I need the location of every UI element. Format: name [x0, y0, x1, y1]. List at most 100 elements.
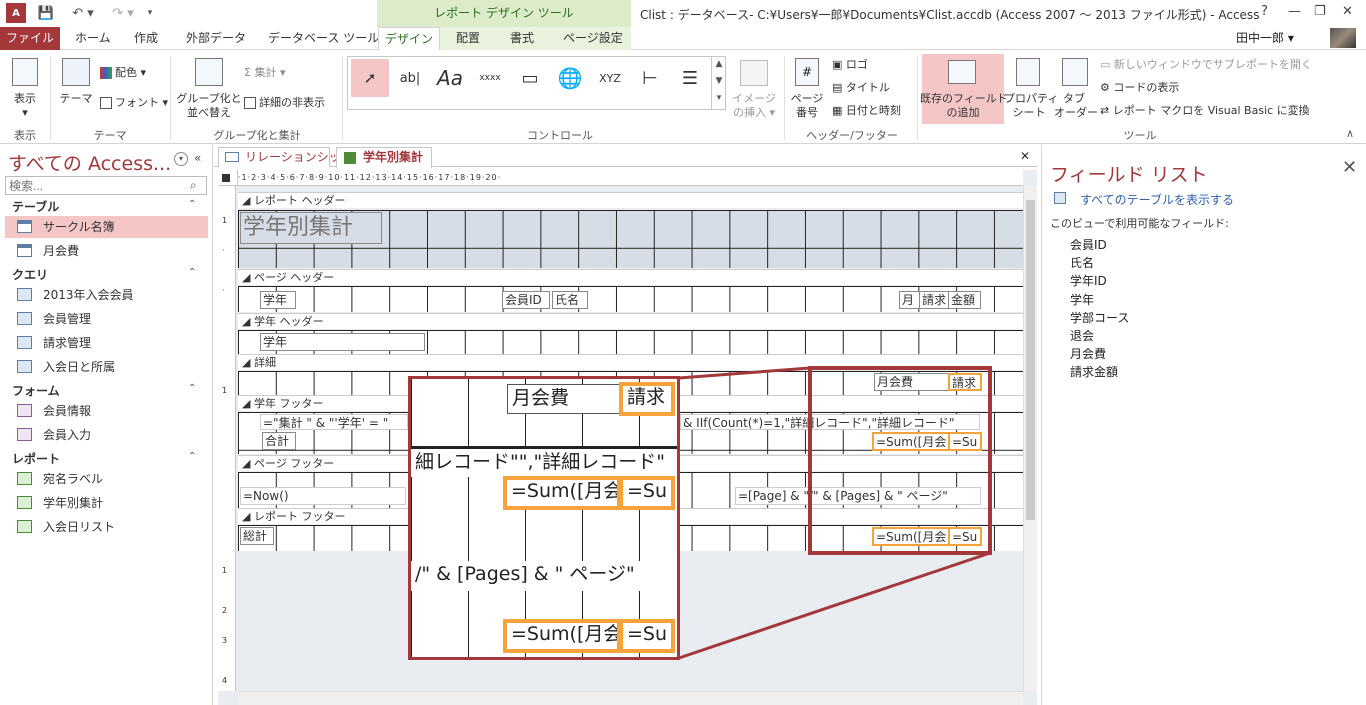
colors-button[interactable]: 配色 ▾	[100, 66, 156, 80]
subreport-button[interactable]: ▭ 新しいウィンドウでサブレポートを開く	[1100, 58, 1360, 72]
view-dropdown-icon[interactable]: ▾	[18, 106, 32, 120]
tab-home[interactable]: ホーム	[65, 27, 121, 50]
field-list-item[interactable]: 請求金額	[1070, 363, 1118, 380]
page-number-button[interactable]: ページ 番号	[787, 92, 827, 120]
field-list-item[interactable]: 学年ID	[1070, 272, 1107, 289]
view-icon[interactable]	[12, 58, 38, 86]
nav-item[interactable]: サークル名簿	[5, 216, 208, 238]
nav-item[interactable]: 2013年入会会員	[5, 284, 208, 306]
image-insert-icon[interactable]	[740, 60, 768, 86]
totals-button[interactable]: Σ 集計 ▾	[244, 66, 314, 80]
nav-item[interactable]: 請求管理	[5, 332, 208, 354]
button-control-icon[interactable]: xxxx	[471, 59, 509, 97]
ph-name-label[interactable]: 氏名	[552, 291, 588, 309]
help-icon[interactable]: ?	[1261, 4, 1268, 19]
datetime-button[interactable]: ▦ 日付と時刻	[832, 104, 916, 118]
tab-control-icon[interactable]: ▭	[511, 59, 549, 97]
tab-format[interactable]: 書式	[500, 27, 544, 50]
restore-icon[interactable]: ❐	[1314, 4, 1326, 19]
nav-item[interactable]: 会員入力	[5, 424, 208, 446]
page-number-icon[interactable]: #	[795, 58, 819, 86]
collapse-chevron-icon[interactable]: ⌃	[188, 267, 196, 278]
tab-page-setup[interactable]: ページ設定	[553, 27, 633, 50]
title-button[interactable]: ▤ タイトル	[832, 81, 902, 95]
collapse-ribbon-icon[interactable]: ∧	[1346, 127, 1354, 140]
report-selector[interactable]	[218, 170, 238, 186]
group-sort-icon[interactable]	[195, 58, 223, 86]
tab-create[interactable]: 作成	[124, 27, 168, 50]
nav-menu-icon[interactable]: ▾	[174, 152, 188, 166]
field-list-item[interactable]: 学年	[1070, 291, 1094, 308]
vertical-scrollbar[interactable]	[1023, 186, 1037, 691]
show-all-tables-link[interactable]: すべてのテーブルを表示する	[1080, 191, 1234, 208]
close-field-list-icon[interactable]: ✕	[1342, 157, 1357, 178]
scroll-thumb[interactable]	[1026, 200, 1035, 520]
ph-fee-label[interactable]: 月	[899, 291, 921, 309]
ph-grade-label[interactable]: 学年	[260, 291, 296, 309]
collapse-chevron-icon[interactable]: ⌃	[188, 199, 196, 210]
view-code-button[interactable]: ⚙ コードの表示	[1100, 81, 1260, 95]
property-sheet-button[interactable]: プロパティ シート	[1004, 92, 1058, 120]
shutter-bar-icon[interactable]: «	[194, 151, 201, 165]
tab-order-icon[interactable]	[1062, 58, 1088, 86]
logo-button[interactable]: ▣ ロゴ	[832, 58, 902, 72]
nav-category-3[interactable]: レポート	[12, 450, 60, 467]
ph-amount-label[interactable]: 金額	[948, 291, 981, 309]
nav-category-1[interactable]: クエリ	[12, 266, 48, 283]
page-break-control-icon[interactable]: ⊢	[631, 59, 669, 97]
field-list-item[interactable]: 月会費	[1070, 345, 1106, 362]
select-pointer-icon[interactable]: ➚	[351, 59, 389, 97]
gh-grade-textbox[interactable]: 学年	[260, 333, 425, 351]
nav-item[interactable]: 宛名ラベル	[5, 468, 208, 490]
nav-item[interactable]: 入会日リスト	[5, 516, 208, 538]
fonts-button[interactable]: フォント ▾	[100, 96, 168, 110]
textbox-control-icon[interactable]: ab|	[391, 59, 429, 97]
save-icon[interactable]: 💾	[36, 3, 56, 23]
nav-item[interactable]: 月会費	[5, 240, 208, 262]
search-icon[interactable]: ⌕	[190, 178, 197, 193]
report-title-label[interactable]: 学年別集計	[240, 212, 382, 244]
gf-total-label[interactable]: 合計	[262, 432, 296, 450]
field-list-item[interactable]: 退会	[1070, 327, 1094, 344]
hyperlink-control-icon[interactable]: 🌐	[551, 59, 589, 97]
option-group-control-icon[interactable]: XYZ	[591, 59, 629, 97]
tab-file[interactable]: ファイル	[0, 27, 60, 50]
nav-pane-title[interactable]: すべての Access...	[8, 149, 171, 176]
pf-now-textbox[interactable]: =Now()	[240, 487, 406, 505]
property-sheet-icon[interactable]	[1016, 58, 1040, 86]
rf-total-label[interactable]: 総計	[240, 527, 274, 545]
collapse-chevron-icon[interactable]: ⌃	[188, 451, 196, 462]
section-group-header[interactable]: ◢ 学年 ヘッダー	[238, 313, 1023, 329]
tab-database-tools[interactable]: データベース ツール	[258, 27, 389, 50]
nav-item[interactable]: 会員管理	[5, 308, 208, 330]
doctab-relationships[interactable]: リレーションシップ	[218, 147, 353, 167]
tab-arrange[interactable]: 配置	[446, 27, 490, 50]
nav-category-2[interactable]: フォーム	[12, 382, 60, 399]
tab-external-data[interactable]: 外部データ	[176, 27, 256, 50]
nav-category-0[interactable]: テーブル	[12, 198, 59, 215]
gf-summary-expression[interactable]: ="集計 " & "'学年' = "	[260, 414, 408, 430]
tab-design[interactable]: デザイン	[378, 27, 440, 51]
section-page-header[interactable]: ◢ ページ ヘッダー	[238, 269, 1023, 285]
undo-icon[interactable]: ↶ ▾	[66, 3, 100, 23]
nav-search-input[interactable]	[5, 176, 207, 195]
combobox-control-icon[interactable]: ☰	[671, 59, 709, 97]
user-name[interactable]: 田中一郎 ▾	[1236, 27, 1294, 50]
close-icon[interactable]: ✕	[1342, 4, 1353, 19]
redo-icon[interactable]: ↷ ▾	[106, 3, 140, 23]
view-button[interactable]: 表示	[6, 92, 44, 106]
image-insert-button[interactable]: イメージ の挿入 ▾	[728, 92, 780, 120]
convert-macros-button[interactable]: ⇄ レポート マクロを Visual Basic に変換	[1100, 104, 1360, 118]
field-list-item[interactable]: 会員ID	[1070, 236, 1107, 253]
nav-item[interactable]: 学年別集計	[5, 492, 208, 514]
field-list-item[interactable]: 氏名	[1070, 254, 1094, 271]
label-control-icon[interactable]: Aa	[431, 59, 469, 97]
qat-customize-icon[interactable]: ▾	[144, 3, 156, 23]
minimize-icon[interactable]: —	[1288, 4, 1301, 19]
avatar[interactable]	[1330, 28, 1356, 48]
tab-order-button[interactable]: タブ オーダー	[1054, 92, 1098, 120]
theme-button[interactable]: テーマ	[56, 92, 96, 106]
nav-item[interactable]: 会員情報	[5, 400, 208, 422]
ph-id-label[interactable]: 会員ID	[502, 291, 550, 309]
doctab-report[interactable]: 学年別集計	[336, 147, 432, 168]
